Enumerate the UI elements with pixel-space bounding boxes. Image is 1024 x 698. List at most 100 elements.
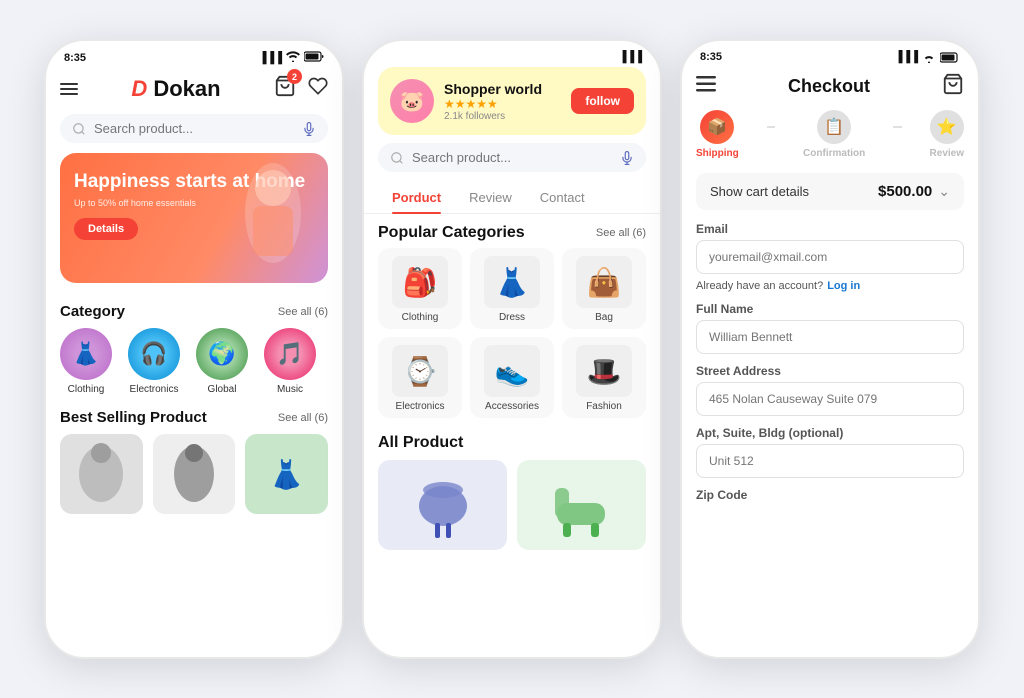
street-label: Street Address — [696, 364, 964, 378]
category-row: 👗 Clothing 🎧 Electronics 🌍 Global 🎵 Musi… — [46, 328, 342, 405]
category-section-header: Category See all (6) — [46, 295, 342, 328]
cart-price: $500.00 — [878, 183, 932, 200]
step-review-circle[interactable]: ⭐ — [930, 110, 964, 144]
cat-grid: 🎒 Clothing 👗 Dress 👜 Bag ⌚ Electronics 👟… — [364, 248, 660, 418]
store-name: Shopper world — [444, 81, 542, 97]
hamburger-menu-icon[interactable] — [60, 83, 78, 95]
cat-grid-bag-label: Bag — [595, 312, 613, 323]
cat-clothing[interactable]: 👗 Clothing — [60, 328, 112, 395]
product-thumb-2[interactable] — [153, 434, 236, 514]
apt-label: Apt, Suite, Bldg (optional) — [696, 426, 964, 440]
cart-icon-3[interactable] — [942, 73, 964, 100]
email-label: Email — [696, 222, 964, 236]
logo-d: D — [131, 76, 147, 102]
product-thumb-3[interactable]: 👗 — [245, 434, 328, 514]
chair-svg-1 — [413, 468, 473, 543]
account-text: Already have an account? — [696, 280, 823, 292]
product-card-1[interactable] — [378, 460, 507, 550]
popular-cat-see-all[interactable]: See all (6) — [596, 227, 646, 239]
menu-icon-3[interactable] — [696, 76, 716, 97]
store-avatar: 🐷 — [390, 79, 434, 123]
signal-icon: ▐▐▐ — [259, 52, 282, 64]
category-title: Category — [60, 303, 125, 320]
apt-input[interactable] — [696, 444, 964, 478]
all-product-title: All Product — [364, 430, 660, 460]
status-bar-3: 8:35 ▐▐▐ — [682, 41, 978, 67]
search-icon-2 — [390, 151, 404, 165]
search-bar-2[interactable] — [378, 143, 646, 172]
popular-cat-title: Popular Categories — [378, 224, 525, 242]
cat-grid-fashion[interactable]: 🎩 Fashion — [562, 337, 646, 418]
mic-icon-1[interactable] — [302, 122, 316, 136]
battery-icon — [304, 51, 324, 65]
product-thumb-1[interactable] — [60, 434, 143, 514]
cart-summary[interactable]: Show cart details $500.00 ⌄ — [696, 173, 964, 210]
p3-header: Checkout — [682, 67, 978, 110]
cat-music[interactable]: 🎵 Music — [264, 328, 316, 395]
mic-icon-2[interactable] — [620, 151, 634, 165]
cat-grid-accessories[interactable]: 👟 Accessories — [470, 337, 554, 418]
signal-icons-1: ▐▐▐ — [259, 51, 324, 65]
cat-global[interactable]: 🌍 Global — [196, 328, 248, 395]
cart-button[interactable]: 2 — [274, 75, 296, 102]
search-input-1[interactable] — [94, 121, 294, 136]
cart-badge: 2 — [287, 69, 302, 84]
search-input-2[interactable] — [412, 150, 612, 165]
cat-global-label: Global — [208, 384, 237, 395]
step-shipping-label: Shipping — [696, 148, 739, 159]
search-bar-1[interactable] — [60, 114, 328, 143]
cat-grid-electronics[interactable]: ⌚ Electronics — [378, 337, 462, 418]
cat-grid-fashion-label: Fashion — [586, 401, 622, 412]
status-bar-1: 8:35 ▐▐▐ — [46, 41, 342, 69]
store-info: Shopper world ★★★★★ 2.1k followers — [444, 81, 542, 122]
checkout-title: Checkout — [788, 76, 870, 97]
cat-electronics[interactable]: 🎧 Electronics — [128, 328, 180, 395]
street-input[interactable] — [696, 382, 964, 416]
store-stars: ★★★★★ — [444, 97, 542, 111]
time-1: 8:35 — [64, 52, 86, 64]
banner-figure-svg — [223, 158, 323, 278]
product-grid — [364, 460, 660, 550]
logo: D Dokan — [131, 76, 220, 102]
best-selling-title: Best Selling Product — [60, 409, 207, 426]
step-confirmation-circle[interactable]: 📋 — [817, 110, 851, 144]
logo-text: Dokan — [153, 76, 220, 102]
step-confirmation-label: Confirmation — [803, 148, 865, 159]
step-connector-1 — [767, 126, 775, 128]
cat-music-label: Music — [277, 384, 303, 395]
signal-3: ▐▐▐ — [895, 51, 918, 63]
cat-global-icon: 🌍 — [196, 328, 248, 380]
banner-details-button[interactable]: Details — [74, 218, 138, 240]
step-shipping-circle[interactable]: 📦 — [700, 110, 734, 144]
phone-1: 8:35 ▐▐▐ D Dokan — [44, 39, 344, 659]
tab-review[interactable]: Review — [455, 184, 526, 213]
app-container: 8:35 ▐▐▐ D Dokan — [20, 39, 1004, 659]
category-see-all[interactable]: See all (6) — [278, 306, 328, 318]
cat-grid-electronics-label: Electronics — [396, 401, 445, 412]
tab-contact[interactable]: Contact — [526, 184, 599, 213]
email-input[interactable] — [696, 240, 964, 274]
signal-icons-2: ▐▐▐ — [619, 51, 642, 63]
follow-button[interactable]: follow — [571, 88, 634, 114]
products-row: 👗 — [46, 434, 342, 514]
cat-clothing-icon: 👗 — [60, 328, 112, 380]
wishlist-icon[interactable] — [308, 76, 328, 101]
account-row: Already have an account? Log in — [696, 280, 964, 292]
cat-grid-accessories-img: 👟 — [484, 345, 540, 397]
step-connector-2 — [893, 126, 901, 128]
cat-grid-bag[interactable]: 👜 Bag — [562, 248, 646, 329]
fullname-input[interactable] — [696, 320, 964, 354]
cat-grid-clothing[interactable]: 🎒 Clothing — [378, 248, 462, 329]
battery-icon-3 — [940, 52, 960, 63]
cat-grid-dress[interactable]: 👗 Dress — [470, 248, 554, 329]
signal-2: ▐▐▐ — [619, 51, 642, 63]
cat-grid-clothing-img: 🎒 — [392, 256, 448, 308]
best-selling-see-all[interactable]: See all (6) — [278, 412, 328, 424]
login-link[interactable]: Log in — [827, 280, 860, 292]
banner-image — [218, 153, 328, 283]
fullname-label: Full Name — [696, 302, 964, 316]
product-card-2[interactable] — [517, 460, 646, 550]
tab-product[interactable]: Porduct — [378, 184, 455, 213]
wifi-icon-3 — [922, 52, 936, 63]
cat-grid-electronics-img: ⌚ — [392, 345, 448, 397]
